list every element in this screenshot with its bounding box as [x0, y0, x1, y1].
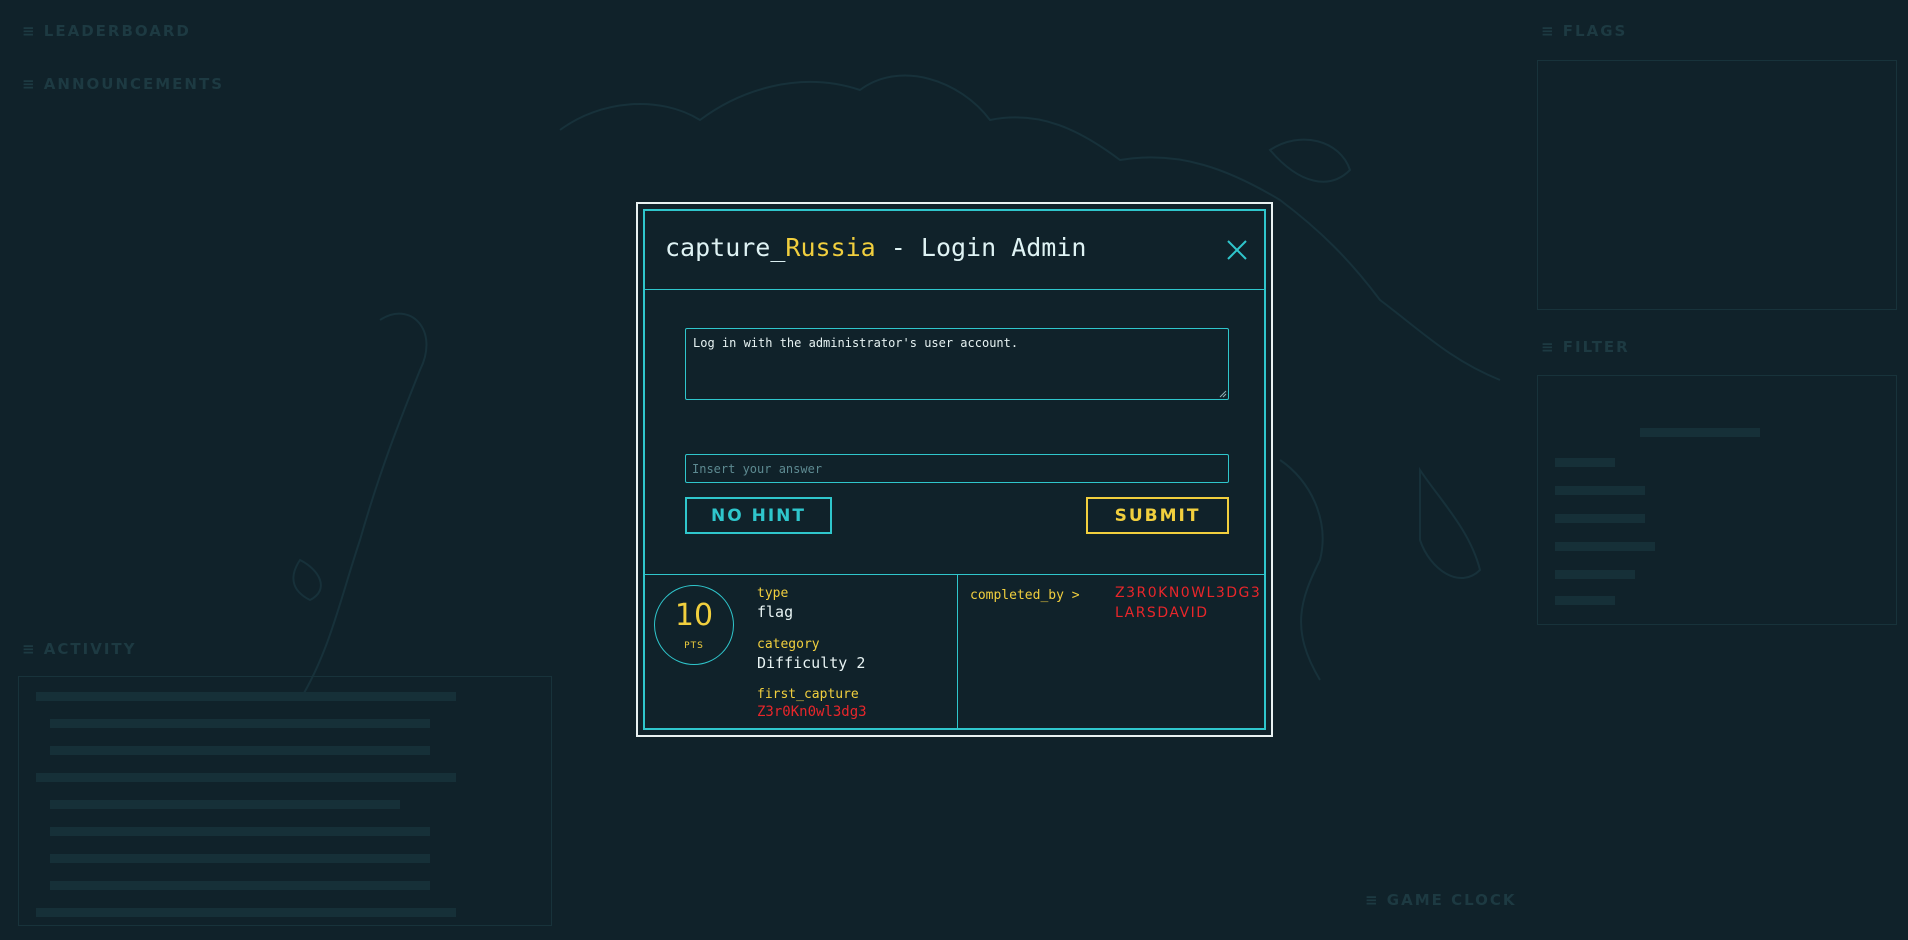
activity-row	[50, 881, 430, 890]
activity-row	[50, 800, 400, 809]
points-badge: 10 PTS	[654, 585, 734, 665]
challenge-info: 10 PTS type flag category Difficulty 2 f…	[645, 574, 1264, 728]
modal-header: capture_Russia - Login Admin	[645, 211, 1264, 290]
title-suffix: - Login Admin	[875, 233, 1087, 262]
filter-row	[1555, 458, 1615, 467]
submit-button[interactable]: SUBMIT	[1086, 497, 1229, 534]
flags-panel	[1537, 60, 1897, 310]
leaderboard-heading: ≡ LEADERBOARD	[22, 22, 191, 40]
announcements-heading: ≡ ANNOUNCEMENTS	[22, 75, 225, 93]
points-label: PTS	[684, 641, 704, 651]
challenge-modal-frame: capture_Russia - Login Admin Log in with…	[643, 209, 1266, 730]
activity-row	[36, 908, 456, 917]
filter-row	[1555, 596, 1615, 605]
activity-row	[50, 719, 430, 728]
completed-by-list: Z3R0KN0WL3DG3 LARSDAVID	[1115, 583, 1261, 623]
description-text: Log in with the administrator's user acc…	[693, 336, 1019, 350]
completed-by-user: Z3R0KN0WL3DG3	[1115, 585, 1262, 601]
title-prefix: capture_	[665, 233, 786, 262]
game-clock-heading: ≡ GAME CLOCK	[1365, 891, 1517, 909]
filter-row	[1555, 514, 1645, 523]
activity-row	[50, 746, 430, 755]
filter-row	[1555, 542, 1655, 551]
answer-input[interactable]	[685, 454, 1229, 483]
category-label: category	[757, 637, 820, 652]
resize-grip-icon[interactable]	[1219, 390, 1227, 398]
modal-title: capture_Russia - Login Admin	[665, 233, 1086, 262]
flags-heading: ≡ FLAGS	[1541, 22, 1628, 40]
title-country: Russia	[785, 233, 876, 262]
points-value: 10	[674, 598, 714, 633]
challenge-description[interactable]: Log in with the administrator's user acc…	[685, 328, 1229, 400]
footer-divider	[957, 575, 958, 728]
challenge-modal: capture_Russia - Login Admin Log in with…	[636, 202, 1273, 737]
hint-button[interactable]: NO HINT	[685, 497, 832, 534]
filter-row	[1640, 428, 1760, 437]
first-capture-value: Z3r0Kn0wl3dg3	[757, 704, 867, 720]
filter-panel	[1537, 375, 1897, 625]
filter-row	[1555, 570, 1635, 579]
activity-row	[50, 854, 430, 863]
type-value: flag	[757, 603, 794, 621]
close-button[interactable]	[1224, 237, 1250, 263]
filter-heading: ≡ FILTER	[1541, 338, 1630, 356]
completed-by-label: completed_by >	[970, 588, 1080, 603]
type-label: type	[757, 586, 789, 601]
completed-by-user: LARSDAVID	[1115, 605, 1209, 621]
first-capture-label: first_capture	[757, 687, 859, 702]
submit-button-label: SUBMIT	[1114, 505, 1201, 526]
filter-row	[1555, 486, 1645, 495]
activity-row	[36, 773, 456, 782]
category-value: Difficulty 2	[757, 654, 866, 672]
close-icon	[1227, 240, 1247, 260]
activity-row	[50, 827, 430, 836]
activity-heading: ≡ ACTIVITY	[22, 640, 137, 658]
hint-button-label: NO HINT	[711, 505, 806, 526]
activity-row	[36, 692, 456, 701]
